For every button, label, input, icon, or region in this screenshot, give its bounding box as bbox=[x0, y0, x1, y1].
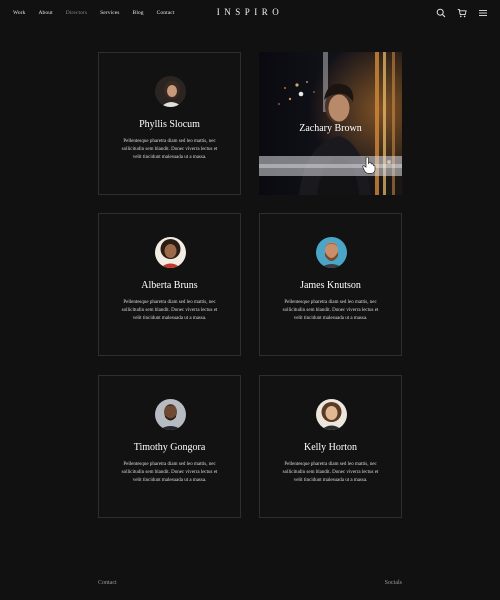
cart-icon[interactable] bbox=[457, 8, 467, 18]
director-name: James Knutson bbox=[300, 280, 361, 291]
director-card[interactable]: Alberta Bruns Pellentesque pharetra diam… bbox=[98, 213, 241, 356]
director-avatar bbox=[155, 237, 186, 268]
director-name: Zachary Brown bbox=[299, 123, 362, 134]
director-card-hover[interactable]: Zachary Brown bbox=[259, 52, 402, 195]
site-logo[interactable]: INSPIRO bbox=[0, 7, 500, 17]
hand-cursor-icon bbox=[362, 156, 376, 174]
director-card[interactable]: Timothy Gongora Pellentesque pharetra di… bbox=[98, 375, 241, 518]
director-name: Alberta Bruns bbox=[141, 280, 198, 291]
director-avatar bbox=[155, 76, 186, 107]
director-card[interactable]: Kelly Horton Pellentesque pharetra diam … bbox=[259, 375, 402, 518]
search-icon[interactable] bbox=[436, 8, 446, 18]
director-bio: Pellentesque pharetra diam sed leo matti… bbox=[121, 300, 218, 321]
director-bio: Pellentesque pharetra diam sed leo matti… bbox=[121, 139, 218, 160]
director-bio: Pellentesque pharetra diam sed leo matti… bbox=[121, 462, 218, 483]
director-avatar bbox=[316, 237, 347, 268]
footer-contact-label: Contact bbox=[98, 580, 117, 586]
director-card[interactable]: Phyllis Slocum Pellentesque pharetra dia… bbox=[98, 52, 241, 195]
director-name: Phyllis Slocum bbox=[139, 119, 200, 130]
footer-socials-label: Socials bbox=[384, 580, 402, 586]
header-tools bbox=[436, 8, 488, 18]
director-bio: Pellentesque pharetra diam sed leo matti… bbox=[282, 300, 379, 321]
director-avatar bbox=[155, 399, 186, 430]
director-avatar bbox=[316, 399, 347, 430]
director-name: Timothy Gongora bbox=[133, 442, 206, 453]
director-card[interactable]: James Knutson Pellentesque pharetra diam… bbox=[259, 213, 402, 356]
menu-icon[interactable] bbox=[478, 8, 488, 18]
director-bio: Pellentesque pharetra diam sed leo matti… bbox=[282, 462, 379, 483]
site-header: Work About Directors Services Blog Conta… bbox=[0, 0, 500, 26]
director-name: Kelly Horton bbox=[303, 442, 358, 453]
